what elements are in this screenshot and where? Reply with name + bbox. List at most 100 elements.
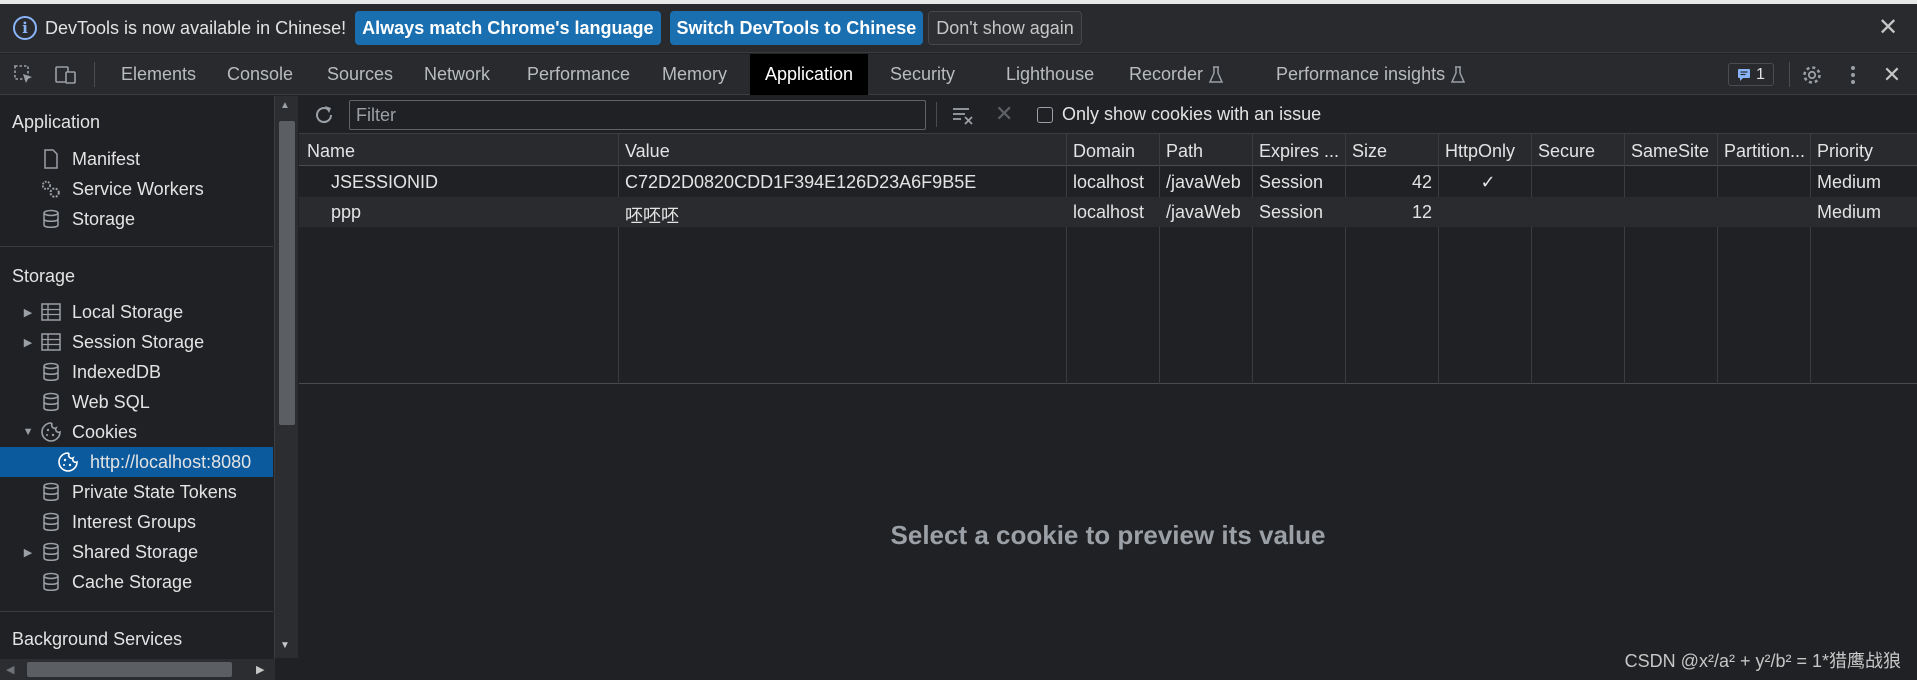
tab-network[interactable]: Network	[410, 54, 504, 95]
language-infobar: i DevTools is now available in Chinese! …	[0, 4, 1917, 53]
cookie-size: 12	[1411, 202, 1432, 222]
tab-application[interactable]: Application	[750, 54, 869, 95]
cookie-value: C72D2D0820CDD1F394E126D23A6F9B5E	[625, 172, 977, 192]
sidebar-item-shared-storage[interactable]: ▶ Shared Storage	[0, 537, 273, 567]
cookie-httponly-check: ✓	[1480, 172, 1496, 192]
close-infobar-icon[interactable]: ✕	[1873, 12, 1903, 42]
cookie-size: 42	[1411, 172, 1432, 192]
column-header-partition-key[interactable]: Partition...	[1724, 141, 1808, 162]
more-options-icon[interactable]	[1841, 63, 1865, 87]
tab-console[interactable]: Console	[213, 54, 307, 95]
cookie-expires: Session	[1259, 202, 1324, 222]
issues-count: 1	[1756, 65, 1765, 83]
only-issues-checkbox[interactable]	[1037, 107, 1053, 123]
sidebar-item-label: Private State Tokens	[72, 481, 237, 502]
devtools-tabbar: Elements Console Sources Network Perform…	[0, 54, 1917, 95]
cookie-icon	[40, 421, 62, 443]
column-header-size[interactable]: Size	[1352, 141, 1387, 162]
sidebar-item-cookies[interactable]: ▼ Cookies	[0, 417, 273, 447]
column-header-httponly[interactable]: HttpOnly	[1445, 141, 1515, 162]
tab-performance[interactable]: Performance	[513, 54, 644, 95]
cookies-table: Name Value Domain Path Expires ... Size …	[299, 134, 1917, 384]
column-header-path[interactable]: Path	[1166, 141, 1203, 162]
database-icon	[40, 391, 62, 413]
document-icon	[40, 148, 62, 170]
cookie-priority: Medium	[1817, 202, 1882, 222]
sidebar-item-interest-groups[interactable]: Interest Groups	[0, 507, 273, 537]
tab-security[interactable]: Security	[876, 54, 969, 95]
sidebar-item-session-storage[interactable]: ▶ Session Storage	[0, 327, 273, 357]
sidebar-item-label: IndexedDB	[72, 361, 162, 382]
close-devtools-icon[interactable]: ✕	[1880, 62, 1904, 87]
issues-badge[interactable]: 1	[1728, 63, 1774, 86]
device-toolbar-icon[interactable]	[54, 63, 78, 87]
sidebar-scroll-thumb[interactable]	[279, 121, 295, 425]
sidebar-item-local-storage[interactable]: ▶ Local Storage	[0, 297, 273, 327]
sidebar-item-manifest[interactable]: Manifest	[0, 144, 273, 174]
sidebar-item-cookie-origin[interactable]: http://localhost:8080	[0, 447, 273, 477]
sidebar-item-private-state-tokens[interactable]: Private State Tokens	[0, 477, 273, 507]
scroll-up-arrow-icon[interactable]: ▲	[280, 100, 290, 111]
cookie-expires: Session	[1259, 172, 1324, 192]
tab-recorder[interactable]: Recorder	[1115, 54, 1237, 95]
table-row[interactable]: JSESSIONID C72D2D0820CDD1F394E126D23A6F9…	[299, 167, 1917, 197]
cookie-domain: localhost	[1073, 202, 1145, 222]
column-header-expires[interactable]: Expires ...	[1259, 141, 1343, 162]
clear-all-cookies-icon[interactable]	[951, 103, 975, 127]
sidebar-item-indexeddb[interactable]: IndexedDB	[0, 357, 273, 387]
column-header-secure[interactable]: Secure	[1538, 141, 1595, 162]
filter-input[interactable]	[349, 100, 926, 130]
scroll-right-arrow-icon[interactable]: ▶	[256, 663, 264, 676]
refresh-icon[interactable]	[312, 103, 336, 127]
scroll-down-arrow-icon[interactable]: ▼	[280, 640, 290, 651]
sidebar-item-cache-storage[interactable]: Cache Storage	[0, 567, 273, 597]
column-header-priority[interactable]: Priority	[1817, 141, 1873, 162]
database-icon	[40, 361, 62, 383]
info-icon: i	[13, 16, 37, 40]
column-header-name[interactable]: Name	[307, 141, 355, 162]
database-icon	[40, 511, 62, 533]
tab-memory[interactable]: Memory	[648, 54, 741, 95]
sidebar-item-service-workers[interactable]: Service Workers	[0, 174, 273, 204]
tab-performance-insights-label: Performance insights	[1276, 64, 1446, 84]
scroll-left-arrow-icon[interactable]: ◀	[6, 663, 14, 676]
cookie-priority: Medium	[1817, 172, 1882, 192]
watermark-text: CSDN @x²/a² + y²/b² = 1*猎鹰战狼	[1624, 651, 1901, 671]
column-header-domain[interactable]: Domain	[1073, 141, 1135, 162]
sidebar-item-label: Local Storage	[72, 301, 184, 322]
sidebar-item-label: Storage	[72, 208, 136, 229]
tab-performance-insights[interactable]: Performance insights	[1262, 54, 1479, 95]
expand-arrow-icon[interactable]: ▶	[23, 337, 33, 349]
preview-placeholder-message: Select a cookie to preview its value	[890, 520, 1326, 550]
database-icon	[40, 481, 62, 503]
expand-arrow-icon[interactable]: ▶	[23, 307, 33, 319]
tab-elements[interactable]: Elements	[107, 54, 210, 95]
expand-arrow-icon[interactable]: ▶	[23, 547, 33, 559]
database-icon	[40, 541, 62, 563]
tab-lighthouse[interactable]: Lighthouse	[992, 54, 1108, 95]
tab-recorder-label: Recorder	[1129, 64, 1204, 84]
switch-to-chinese-button[interactable]: Switch DevTools to Chinese	[669, 11, 924, 45]
tab-sources[interactable]: Sources	[313, 54, 407, 95]
column-header-samesite[interactable]: SameSite	[1631, 141, 1709, 162]
sidebar-section-background-services: Background Services	[12, 629, 183, 649]
sidebar-hscroll-thumb[interactable]	[27, 662, 232, 677]
sidebar-item-label: Interest Groups	[72, 511, 197, 532]
sidebar-item-label: Web SQL	[72, 391, 150, 412]
delete-selected-icon[interactable]: ✕	[995, 101, 1013, 127]
dont-show-again-button[interactable]: Don't show again	[928, 11, 1082, 45]
sidebar-item-storage-overview[interactable]: Storage	[0, 204, 273, 234]
table-grid-icon	[40, 301, 62, 323]
table-grid-icon	[40, 331, 62, 353]
column-header-value[interactable]: Value	[625, 141, 670, 162]
sidebar-section-storage: Storage	[12, 266, 76, 286]
sidebar-item-web-sql[interactable]: Web SQL	[0, 387, 273, 417]
collapse-arrow-icon[interactable]: ▼	[23, 426, 34, 438]
inspect-element-icon[interactable]	[12, 63, 36, 87]
application-sidebar: Application Manifest Service Workers Sto…	[0, 96, 275, 680]
sidebar-item-label: Shared Storage	[72, 541, 199, 562]
settings-gear-icon[interactable]	[1800, 63, 1824, 87]
always-match-language-button[interactable]: Always match Chrome's language	[355, 11, 661, 45]
table-row[interactable]: ppp 呸呸呸 localhost /javaWeb Session 12 Me…	[299, 197, 1917, 227]
cookie-domain: localhost	[1073, 172, 1145, 192]
